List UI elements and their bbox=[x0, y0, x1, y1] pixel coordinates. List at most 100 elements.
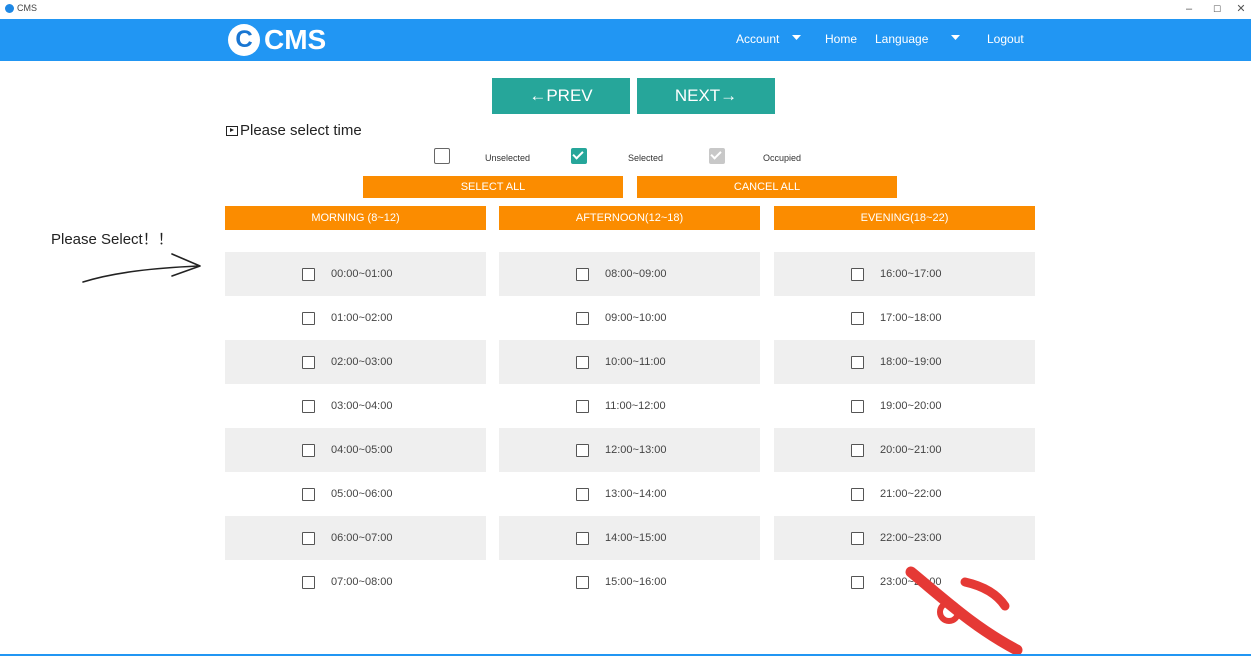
checkbox[interactable] bbox=[851, 311, 864, 325]
time-slot[interactable]: 01:00~02:00 bbox=[225, 296, 486, 340]
slot-label: 19:00~20:00 bbox=[880, 400, 942, 412]
time-slot[interactable]: 19:00~20:00 bbox=[774, 384, 1035, 428]
checkbox[interactable] bbox=[851, 487, 864, 501]
checkbox[interactable] bbox=[851, 443, 864, 457]
checkbox[interactable] bbox=[302, 531, 315, 545]
checkbox[interactable] bbox=[576, 399, 589, 413]
time-slot[interactable]: 14:00~15:00 bbox=[499, 516, 760, 560]
time-slot[interactable]: 00:00~01:00 bbox=[225, 252, 486, 296]
time-slot[interactable]: 03:00~04:00 bbox=[225, 384, 486, 428]
time-slot[interactable]: 13:00~14:00 bbox=[499, 472, 760, 516]
time-slot[interactable]: 17:00~18:00 bbox=[774, 296, 1035, 340]
time-slot[interactable]: 12:00~13:00 bbox=[499, 428, 760, 472]
afternoon-slot-list: 08:00~09:00 09:00~10:00 10:00~11:00 11:0… bbox=[499, 252, 760, 604]
slot-label: 22:00~23:00 bbox=[880, 532, 942, 544]
time-slot[interactable]: 06:00~07:00 bbox=[225, 516, 486, 560]
window-titlebar: CMS – ☐ ✕ bbox=[0, 0, 1251, 19]
checkbox[interactable] bbox=[302, 267, 315, 281]
slot-label: 17:00~18:00 bbox=[880, 312, 942, 324]
legend-occupied-label: Occupied bbox=[763, 153, 802, 163]
app-icon bbox=[5, 4, 14, 13]
slot-label: 05:00~06:00 bbox=[331, 488, 393, 500]
time-slot[interactable]: 04:00~05:00 bbox=[225, 428, 486, 472]
slideshow-icon bbox=[226, 125, 238, 136]
section-title: Please select time bbox=[226, 122, 362, 139]
time-slot[interactable]: 11:00~12:00 bbox=[499, 384, 760, 428]
slot-label: 12:00~13:00 bbox=[605, 444, 667, 456]
prev-button[interactable]: ←PREV bbox=[492, 78, 630, 114]
slot-label: 00:00~01:00 bbox=[331, 268, 393, 280]
top-navbar: C CMS Account Home Language Logout bbox=[0, 19, 1251, 61]
time-slot[interactable]: 21:00~22:00 bbox=[774, 472, 1035, 516]
slot-label: 16:00~17:00 bbox=[880, 268, 942, 280]
window-title: CMS bbox=[17, 3, 37, 13]
checkbox[interactable] bbox=[576, 443, 589, 457]
slot-label: 06:00~07:00 bbox=[331, 532, 393, 544]
time-slot[interactable]: 05:00~06:00 bbox=[225, 472, 486, 516]
checkbox[interactable] bbox=[302, 399, 315, 413]
time-slot[interactable]: 09:00~10:00 bbox=[499, 296, 760, 340]
slot-label: 01:00~02:00 bbox=[331, 312, 393, 324]
time-slot[interactable]: 10:00~11:00 bbox=[499, 340, 760, 384]
nav-logout[interactable]: Logout bbox=[987, 32, 1024, 46]
checkbox[interactable] bbox=[576, 311, 589, 325]
legend-occupied-checkbox-icon bbox=[709, 148, 725, 164]
time-slot[interactable]: 02:00~03:00 bbox=[225, 340, 486, 384]
slot-label: 07:00~08:00 bbox=[331, 576, 393, 588]
section-title-text: Please select time bbox=[240, 122, 362, 139]
next-button[interactable]: NEXT→ bbox=[637, 78, 775, 114]
maximize-button[interactable]: ☐ bbox=[1208, 1, 1226, 17]
checkbox[interactable] bbox=[576, 267, 589, 281]
logo-text: CMS bbox=[264, 24, 327, 55]
legend-selected-checkbox-icon bbox=[571, 148, 587, 164]
time-slot[interactable]: 22:00~23:00 bbox=[774, 516, 1035, 560]
checkbox[interactable] bbox=[851, 355, 864, 369]
morning-header: MORNING (8~12) bbox=[225, 206, 486, 230]
slot-label: 10:00~11:00 bbox=[605, 356, 666, 368]
time-slot[interactable]: 16:00~17:00 bbox=[774, 252, 1035, 296]
time-slot[interactable]: 15:00~16:00 bbox=[499, 560, 760, 604]
checkbox[interactable] bbox=[302, 575, 315, 589]
logo[interactable]: C CMS bbox=[228, 22, 326, 58]
slot-label: 15:00~16:00 bbox=[605, 576, 667, 588]
close-button[interactable]: ✕ bbox=[1232, 1, 1250, 17]
cancel-all-button[interactable]: CANCEL ALL bbox=[637, 176, 897, 198]
checkbox[interactable] bbox=[576, 355, 589, 369]
slot-label: 02:00~03:00 bbox=[331, 356, 393, 368]
slot-label: 20:00~21:00 bbox=[880, 444, 942, 456]
time-slot[interactable]: 07:00~08:00 bbox=[225, 560, 486, 604]
nav-language[interactable]: Language bbox=[875, 32, 928, 46]
language-caret-icon[interactable] bbox=[951, 31, 960, 45]
checkbox[interactable] bbox=[851, 575, 864, 589]
nav-account[interactable]: Account bbox=[736, 32, 779, 46]
checkbox[interactable] bbox=[851, 531, 864, 545]
checkbox[interactable] bbox=[576, 531, 589, 545]
time-slot[interactable]: 20:00~21:00 bbox=[774, 428, 1035, 472]
nav-home[interactable]: Home bbox=[825, 32, 857, 46]
evening-header: EVENING(18~22) bbox=[774, 206, 1035, 230]
checkbox[interactable] bbox=[576, 575, 589, 589]
slot-label: 21:00~22:00 bbox=[880, 488, 942, 500]
slot-label: 04:00~05:00 bbox=[331, 444, 393, 456]
checkbox[interactable] bbox=[302, 311, 315, 325]
watermark-graphic bbox=[905, 566, 1023, 656]
account-caret-icon[interactable] bbox=[792, 31, 801, 45]
app-window: CMS – ☐ ✕ C CMS Account Home Language Lo… bbox=[0, 0, 1251, 656]
legend-unselected-label: Unselected bbox=[485, 153, 531, 163]
time-slot[interactable]: 18:00~19:00 bbox=[774, 340, 1035, 384]
select-all-button[interactable]: SELECT ALL bbox=[363, 176, 623, 198]
checkbox[interactable] bbox=[302, 355, 315, 369]
checkbox[interactable] bbox=[576, 487, 589, 501]
checkbox[interactable] bbox=[851, 267, 864, 281]
slot-label: 08:00~09:00 bbox=[605, 268, 667, 280]
slot-label: 14:00~15:00 bbox=[605, 532, 667, 544]
logo-icon: C bbox=[228, 24, 260, 56]
checkbox[interactable] bbox=[302, 443, 315, 457]
legend-unselected-box bbox=[434, 148, 450, 164]
minimize-button[interactable]: – bbox=[1180, 1, 1198, 17]
checkbox[interactable] bbox=[302, 487, 315, 501]
time-slot[interactable]: 08:00~09:00 bbox=[499, 252, 760, 296]
evening-slot-list: 16:00~17:00 17:00~18:00 18:00~19:00 19:0… bbox=[774, 252, 1035, 604]
slot-label: 09:00~10:00 bbox=[605, 312, 667, 324]
checkbox[interactable] bbox=[851, 399, 864, 413]
